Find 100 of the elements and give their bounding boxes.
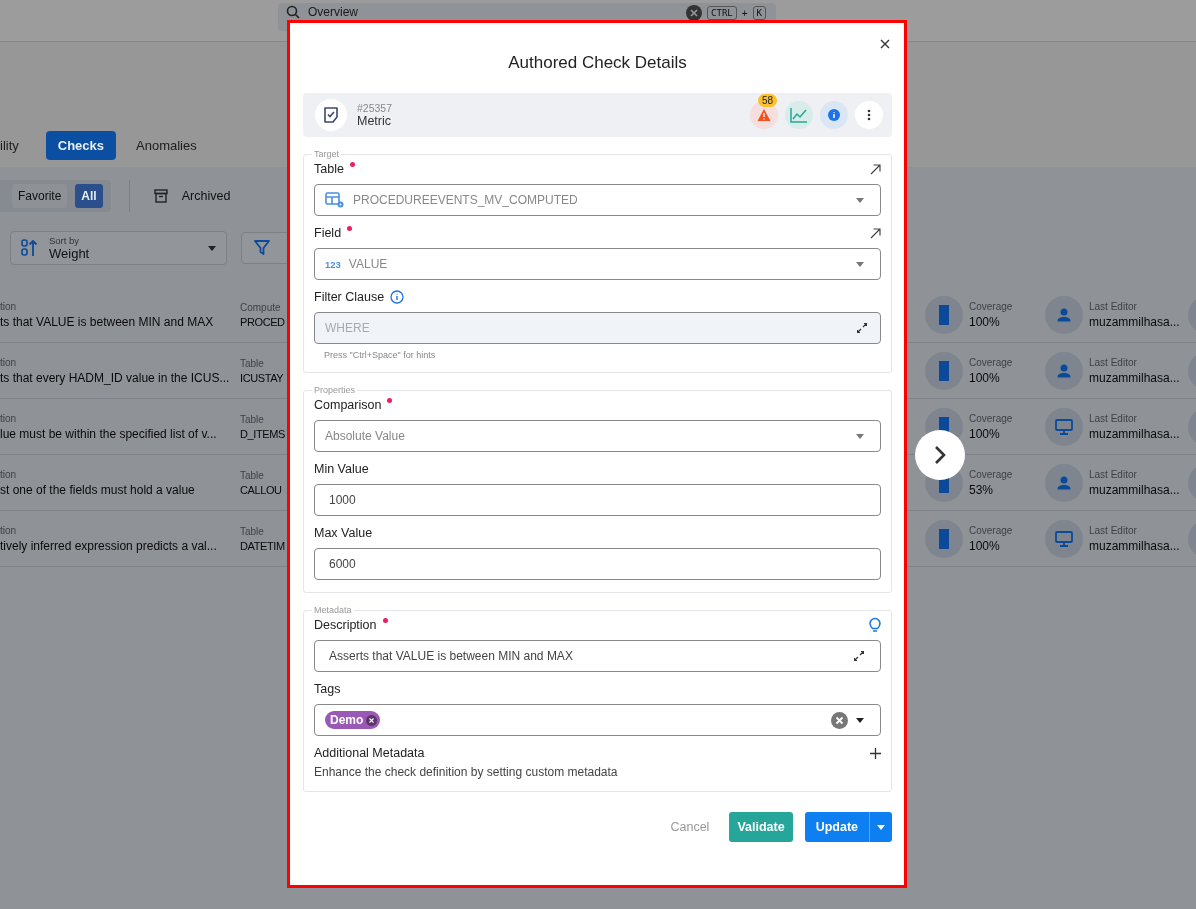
check-description: ts that VALUE is between MIN and MAX — [0, 314, 214, 329]
hint-text: Press "Ctrl+Space" for hints — [324, 350, 437, 360]
filter-chip[interactable]: Favorite — [12, 184, 68, 208]
field-label: Field — [314, 226, 342, 240]
tab[interactable]: Anomalies — [124, 131, 209, 160]
type-label: 123 — [325, 258, 341, 270]
description-field[interactable]: Asserts that VALUE is between MIN and MAX — [314, 640, 881, 672]
section-legend: Properties — [312, 385, 358, 395]
filter-clause-field[interactable]: WHERE — [314, 312, 881, 344]
monitor-icon — [1045, 519, 1083, 558]
caret-icon — [856, 261, 864, 267]
monitor-icon — [1045, 407, 1083, 446]
update-button[interactable]: Update — [804, 812, 869, 842]
editor-label: Last Editor — [1089, 356, 1137, 368]
number-input[interactable]: 6000 — [314, 548, 881, 580]
coverage-label: Coverage — [969, 300, 1013, 312]
field-label: Description — [314, 618, 377, 632]
user-icon — [1045, 463, 1083, 502]
archived-filter[interactable]: Archived — [181, 189, 231, 203]
info-icon[interactable] — [390, 290, 405, 304]
close-icon[interactable] — [878, 37, 892, 51]
user-icon — [1045, 351, 1083, 390]
validate-button[interactable]: Validate — [729, 812, 793, 842]
archive-icon[interactable] — [153, 189, 168, 203]
sort-dropdown[interactable]: Sort by Weight — [10, 231, 227, 265]
sort-label: Sort by — [49, 235, 81, 246]
coverage-label: Coverage — [969, 356, 1013, 368]
tab[interactable]: ility — [0, 131, 31, 160]
check-id: #25357 — [357, 102, 394, 114]
clear-icon[interactable] — [831, 711, 848, 729]
field-label: Max Value — [314, 526, 373, 540]
coverage-value: 53% — [969, 482, 994, 497]
column-label: Table — [240, 357, 264, 369]
info-icon[interactable] — [820, 101, 848, 129]
column-label: tion — [0, 524, 17, 536]
check-description: tively inferred expression predicts a val... — [0, 538, 217, 553]
field-label: Additional Metadata — [314, 746, 425, 760]
remove-tag-icon[interactable] — [366, 714, 378, 726]
column-label: tion — [0, 300, 17, 312]
editor-name: muzammilhasa... — [1089, 314, 1180, 329]
coverage-value: 100% — [969, 538, 1000, 553]
tag-chip[interactable]: Demo — [325, 711, 381, 729]
table-name: PROCED — [240, 315, 285, 328]
table-name: CALLOU — [240, 483, 282, 496]
required-dot — [347, 226, 353, 231]
coverage-label: Coverage — [969, 524, 1013, 536]
open-link-icon[interactable] — [870, 163, 881, 175]
sort-icon — [21, 239, 39, 257]
section-legend: Target — [312, 149, 341, 159]
plus-icon[interactable] — [870, 747, 881, 759]
field-label: Table — [314, 162, 344, 176]
filter-icon — [254, 240, 270, 256]
sort-value: Weight — [49, 246, 91, 261]
coverage-icon — [925, 295, 963, 334]
expand-icon[interactable] — [857, 323, 867, 333]
table-name: D_ITEMS — [240, 427, 285, 440]
dialog-title: Authored Check Details — [507, 53, 688, 73]
select-field[interactable]: 123 VALUE — [314, 248, 881, 280]
column-label: Table — [240, 469, 264, 481]
coverage-label: Coverage — [969, 468, 1013, 480]
editor-label: Last Editor — [1089, 524, 1137, 536]
column-label: tion — [0, 468, 17, 480]
check-icon — [315, 99, 347, 131]
select-field[interactable]: Absolute Value — [314, 420, 881, 452]
clear-icon[interactable] — [686, 5, 703, 21]
filter-chip[interactable]: All — [75, 184, 103, 208]
editor-label: Last Editor — [1089, 300, 1137, 312]
cancel-button[interactable]: Cancel — [662, 812, 718, 842]
column-label: tion — [0, 412, 17, 424]
caret-icon — [208, 245, 216, 251]
column-label: Table — [240, 525, 264, 537]
chevron-right-icon — [934, 445, 946, 465]
editor-label: Last Editor — [1089, 412, 1137, 424]
field-label: Tags — [314, 682, 341, 696]
open-link-icon[interactable] — [870, 227, 881, 239]
field-label: Min Value — [314, 462, 369, 476]
caret-icon — [856, 197, 864, 203]
coverage-value: 100% — [969, 314, 1000, 329]
select-field[interactable]: PROCEDUREEVENTS_MV_COMPUTED — [314, 184, 881, 216]
caret-icon — [856, 717, 864, 723]
column-label: tion — [0, 356, 17, 368]
lightbulb-icon[interactable] — [869, 617, 881, 633]
expand-icon[interactable] — [854, 651, 864, 661]
editor-name: muzammilhasa... — [1089, 370, 1180, 385]
anomaly-count-badge: 58 — [758, 94, 778, 107]
update-menu-button[interactable] — [869, 812, 892, 842]
column-label: Table — [240, 413, 264, 425]
coverage-label: Coverage — [969, 412, 1013, 424]
user-icon — [1045, 295, 1083, 334]
tags-field[interactable]: Demo — [314, 704, 881, 736]
search-icon — [286, 5, 300, 19]
number-input[interactable]: 1000 — [314, 484, 881, 516]
key-separator: + — [741, 7, 748, 19]
editor-label: Last Editor — [1089, 468, 1137, 480]
tab[interactable]: Checks — [45, 131, 117, 160]
check-type: Metric — [357, 114, 393, 128]
help-text: Enhance the check definition by setting custom metadata — [314, 765, 619, 779]
caret-icon — [856, 433, 864, 439]
required-dot — [382, 618, 388, 623]
required-dot — [387, 398, 393, 403]
